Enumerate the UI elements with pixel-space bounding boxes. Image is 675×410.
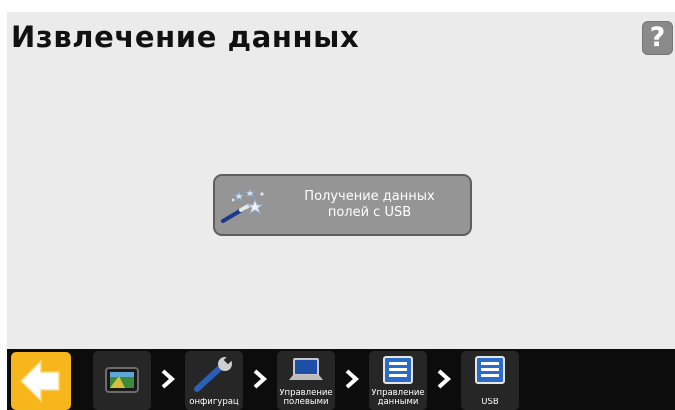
- breadcrumb-usb[interactable]: USB: [461, 351, 519, 410]
- chevron-right-icon: [345, 369, 360, 389]
- get-usb-field-data-label: Получение данных полей с USB: [304, 189, 435, 220]
- arrow-left-icon: [19, 359, 60, 403]
- breadcrumb-label: онфигурац: [189, 398, 239, 407]
- help-button[interactable]: ?: [642, 21, 673, 55]
- bottom-navigation-bar: онфигурац Управление полевыми Управление…: [7, 349, 675, 410]
- magic-wand-icon: [221, 187, 264, 223]
- breadcrumb-display[interactable]: [93, 351, 151, 410]
- breadcrumb-configuration[interactable]: онфигурац: [185, 351, 243, 410]
- breadcrumb-field-management[interactable]: Управление полевыми: [277, 351, 335, 410]
- back-button[interactable]: [11, 352, 71, 410]
- breadcrumb-data-management[interactable]: Управление данными: [369, 351, 427, 410]
- breadcrumb-label: Управление данными: [371, 389, 425, 407]
- chevron-right-icon: [437, 369, 452, 389]
- screen: Извлечение данных ? Получение данных пол…: [7, 12, 675, 410]
- breadcrumb-label: Управление полевыми: [279, 389, 333, 407]
- chevron-right-icon: [253, 369, 268, 389]
- page-title: Извлечение данных: [11, 20, 360, 54]
- display-icon: [105, 367, 139, 393]
- get-usb-field-data-button[interactable]: Получение данных полей с USB: [213, 174, 472, 236]
- chevron-right-icon: [161, 369, 176, 389]
- breadcrumb-label: USB: [481, 398, 499, 407]
